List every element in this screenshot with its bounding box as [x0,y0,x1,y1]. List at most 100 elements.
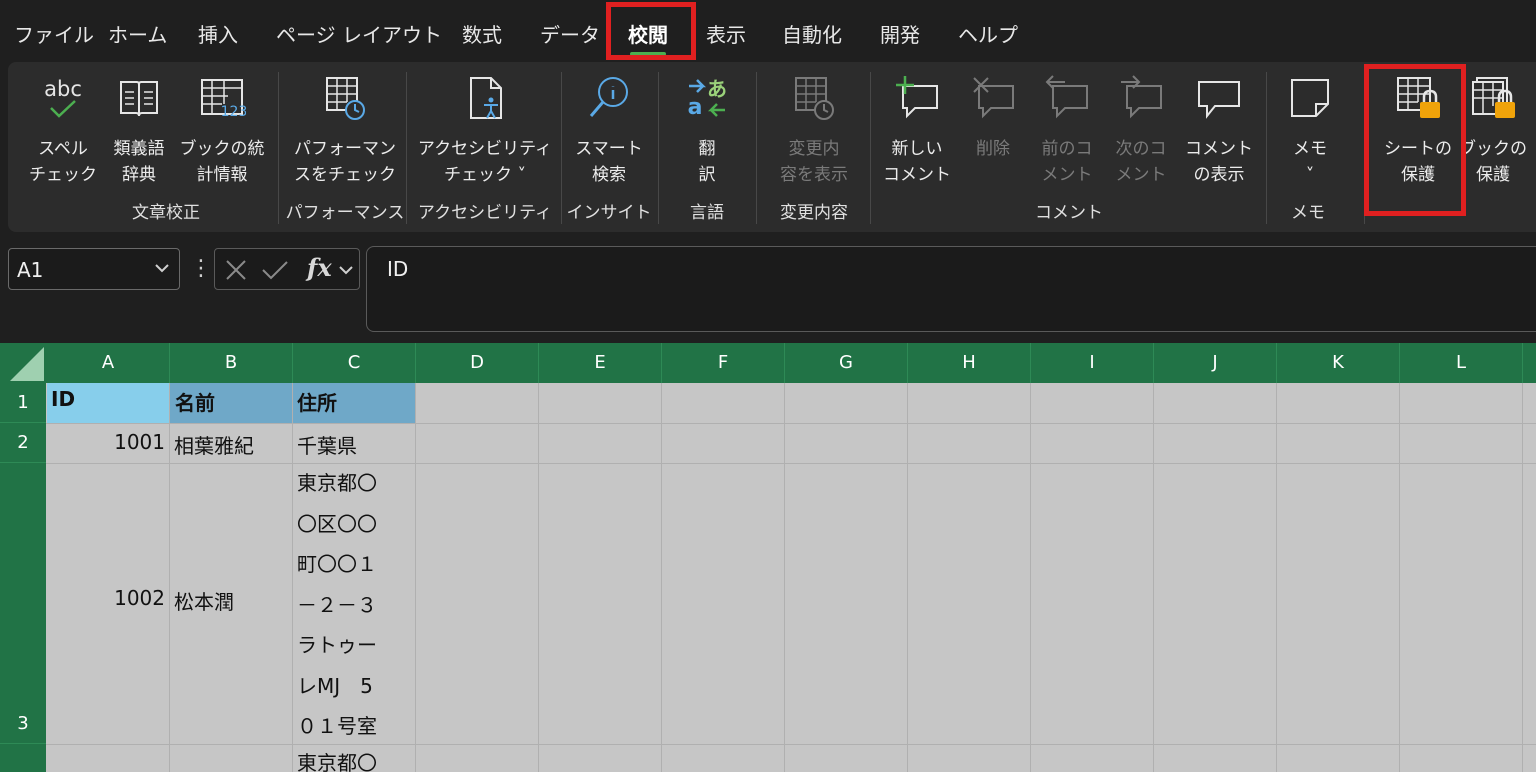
new-comment-button[interactable]: 新しい コメント [880,70,954,200]
translate-button[interactable]: a あ 翻 訳 [668,70,746,200]
accessibility-icon [470,77,502,119]
show-changes-button[interactable]: 変更内 容を表示 [768,70,860,200]
next-comment-button[interactable]: 次のコ メント [1106,70,1176,200]
cancel-icon[interactable] [225,259,247,281]
tab-view[interactable]: 表示 [706,20,746,50]
group-comments: コメント [1035,203,1103,223]
gridline [46,744,1536,745]
gridline [661,383,662,772]
menu-bar: ファイル ホーム 挿入 ページ レイアウト 数式 データ 校閲 表示 自動化 開… [0,0,1536,62]
book-icon [120,81,158,117]
row-header-1[interactable]: 1 [0,383,46,423]
show-changes-icon [795,77,834,120]
protect-sheet-highlight [1364,64,1466,216]
column-header-g[interactable]: G [785,343,908,383]
cell-c3-line: ０１号室 [297,714,377,738]
tab-home[interactable]: ホーム [108,20,167,50]
delete-comment-button[interactable]: 削除 [958,70,1028,200]
worksheet-grid[interactable]: ID 名前 住所 1001 相葉雅紀 千葉県 1002 松本潤 東京都〇 〇区〇… [0,343,1536,772]
workbook-stats-icon-text: 123 [221,104,246,120]
ribbon-separator [406,72,407,224]
column-header-l[interactable]: L [1400,343,1523,383]
cell-c3-line: 〇区〇〇 [297,511,377,536]
show-comments-label: コメント の表示 [1185,139,1253,185]
column-header-j[interactable]: J [1154,343,1277,383]
name-box[interactable]: A1 [8,248,180,290]
more-options-icon[interactable]: ⋮ [190,256,212,284]
column-header-h[interactable]: H [908,343,1031,383]
new-comment-icon [896,76,938,119]
column-header-a[interactable]: A [47,343,170,383]
spelling-label: スペル チェック [29,139,97,185]
show-comments-button[interactable]: コメント の表示 [1180,70,1258,200]
check-accessibility-button[interactable]: アクセシビリティ チェック ˅ [412,70,558,200]
tab-insert[interactable]: 挿入 [198,20,238,50]
protect-workbook-label: ブックの 保護 [1459,139,1527,185]
cell-c3[interactable]: 東京都〇 〇区〇〇 町〇〇１ －２－３ ラトゥー レMJ 5 ０１号室 [297,463,415,745]
cell-a2[interactable]: 1001 [47,424,165,463]
tab-help[interactable]: ヘルプ [958,20,1018,50]
notes-label: メモ ˅ [1293,139,1327,185]
cell-c2[interactable]: 千葉県 [297,424,415,463]
next-comment-label: 次のコ メント [1115,139,1167,185]
confirm-icon[interactable] [261,259,289,281]
translate-icon: a あ [688,77,727,120]
cell-b2[interactable]: 相葉雅紀 [174,424,292,463]
column-header-b[interactable]: B [170,343,293,383]
column-header-e[interactable]: E [539,343,662,383]
protect-workbook-button[interactable]: ブックの 保護 [1458,70,1528,200]
new-comment-label: 新しい コメント [883,139,951,185]
tab-page-layout[interactable]: ページ レイアウト [276,20,442,50]
tab-automate[interactable]: 自動化 [782,20,842,50]
group-language: 言語 [690,203,724,223]
column-header-i[interactable]: I [1031,343,1154,383]
group-proofing: 文章校正 [132,203,200,223]
gridline [907,383,908,772]
cell-c4[interactable]: 東京都〇 [297,747,415,772]
chevron-down-icon[interactable] [339,265,353,275]
gridline [1522,383,1523,772]
delete-comment-label: 削除 [976,139,1010,159]
ribbon-separator [561,72,562,224]
column-header-f[interactable]: F [662,343,785,383]
chevron-down-icon[interactable] [155,263,169,273]
formula-buttons: fx [214,248,360,290]
cell-c1[interactable]: 住所 [293,383,415,423]
spelling-icon: abc [44,77,82,118]
gridline [1030,383,1031,772]
spelling-icon-text: abc [44,77,82,101]
workbook-stats-button[interactable]: 123 ブックの統 計情報 [176,70,268,200]
row-header-3[interactable]: 3 [0,463,46,744]
tab-developer[interactable]: 開発 [880,20,920,50]
tab-file[interactable]: ファイル [14,20,94,50]
name-box-value: A1 [17,258,44,282]
svg-text:a: a [688,95,703,120]
column-header-d[interactable]: D [416,343,539,383]
cell-a3[interactable]: 1002 [47,586,165,616]
previous-comment-label: 前のコ メント [1041,139,1093,185]
cell-b1[interactable]: 名前 [170,383,292,423]
cell-a1[interactable]: ID [47,383,169,423]
notes-button[interactable]: メモ ˅ [1278,70,1342,200]
cell-c3-line: ラトゥー [297,633,377,657]
spelling-button[interactable]: abc スペル チェック [28,70,98,200]
previous-comment-icon [1045,75,1088,119]
review-tab-highlight [606,2,696,60]
column-headers: A B C D E F G H I J K L [0,343,1536,383]
check-performance-button[interactable]: パフォーマン スをチェック [286,70,404,200]
previous-comment-button[interactable]: 前のコ メント [1032,70,1102,200]
show-comments-icon [1198,81,1240,119]
cell-b3[interactable]: 松本潤 [174,586,292,616]
insert-function-icon[interactable]: fx [307,253,332,282]
row-header-2[interactable]: 2 [0,423,46,463]
smart-lookup-button[interactable]: スマート 検索 [566,70,652,200]
thesaurus-button[interactable]: 類義語 辞典 [104,70,174,200]
select-all-icon [10,347,44,381]
select-all-button[interactable] [0,343,46,383]
tab-data[interactable]: データ [540,20,600,50]
column-header-c[interactable]: C [293,343,416,383]
column-header-k[interactable]: K [1277,343,1400,383]
group-accessibility: アクセシビリティ [417,203,553,223]
tab-formulas[interactable]: 数式 [462,20,502,50]
formula-input[interactable]: ID [366,246,1536,332]
